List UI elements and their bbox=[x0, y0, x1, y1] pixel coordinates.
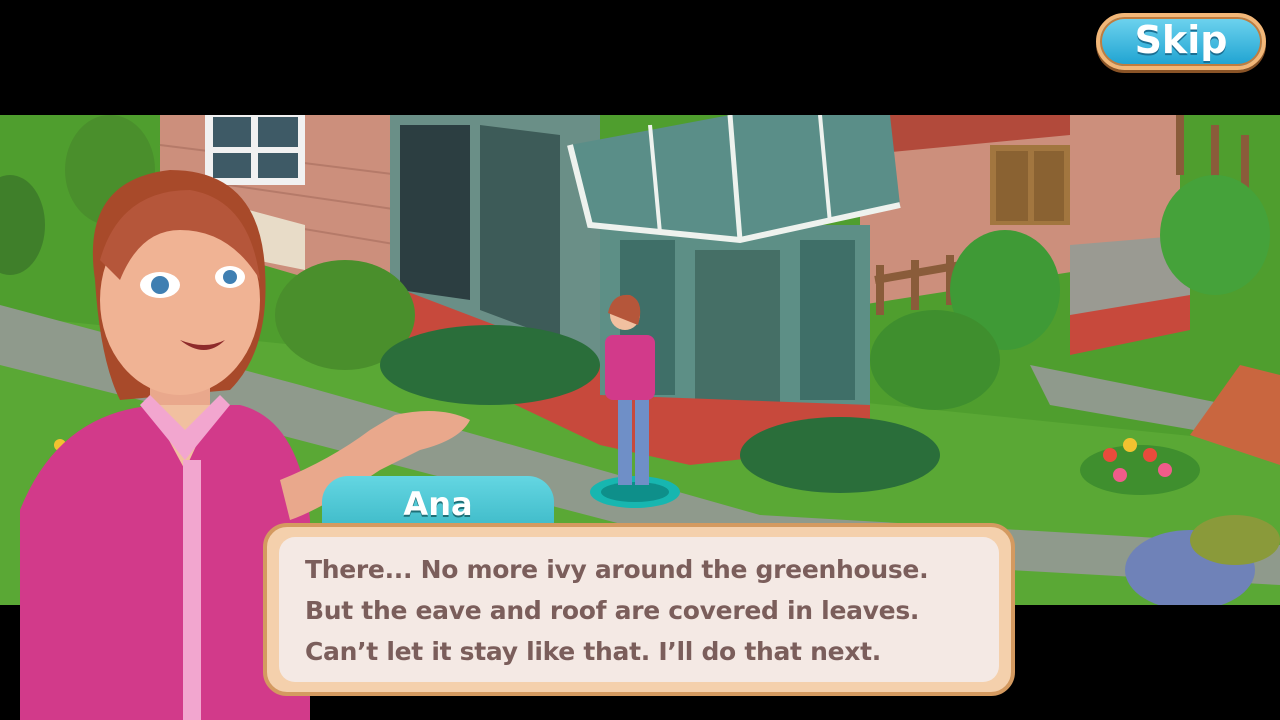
skip-button[interactable]: Skip bbox=[1096, 13, 1266, 70]
dialog-line-2: But the eave and roof are covered in lea… bbox=[305, 596, 920, 625]
dialog-line-3: Can’t let it stay like that. I’ll do tha… bbox=[305, 637, 881, 666]
bush-center bbox=[870, 310, 1000, 410]
dialog-text-panel: There... No more ivy around the greenhou… bbox=[279, 537, 999, 682]
dialog-line-1: There... No more ivy around the greenhou… bbox=[305, 555, 929, 584]
letterbox-top bbox=[0, 0, 1280, 115]
dialog-box[interactable]: There... No more ivy around the greenhou… bbox=[263, 523, 1015, 696]
ivy-pile-right bbox=[740, 417, 940, 493]
